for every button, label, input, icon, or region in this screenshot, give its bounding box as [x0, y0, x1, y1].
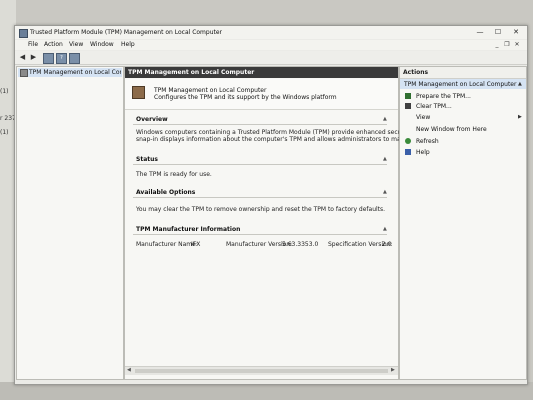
clear-tpm-icon	[405, 103, 411, 109]
menu-file[interactable]: File	[28, 41, 38, 48]
background-fragment: (1)	[0, 88, 9, 95]
show-hide-tree-icon[interactable]	[43, 53, 54, 64]
app-icon	[19, 29, 28, 38]
manufacturer-name-value: IFX	[191, 241, 201, 248]
manufacturer-name-label: Manufacturer Name:	[136, 241, 198, 248]
mdi-restore-button[interactable]: ❐	[503, 41, 511, 49]
snapin-title: TPM Management on Local Computer	[154, 87, 267, 94]
scroll-left-icon[interactable]: ◀	[127, 367, 131, 373]
prepare-tpm-icon	[405, 93, 411, 99]
tpm-chip-icon	[132, 86, 145, 99]
action-label: Clear TPM...	[416, 103, 452, 110]
tree-item-tpm-management[interactable]: TPM Management on Local Comp	[18, 68, 122, 77]
title-bar: Trusted Platform Module (TPM) Management…	[15, 26, 527, 39]
snapin-description: Configures the TPM and its support by th…	[154, 94, 337, 101]
toolbar: ◀ ▶ ?	[15, 51, 527, 65]
tree-item-label: TPM Management on Local Comp	[29, 69, 121, 76]
back-icon[interactable]: ◀	[18, 53, 27, 62]
close-button[interactable]: ✕	[507, 27, 525, 38]
menu-bar: File Action View Window Help _ ❐ ✕	[15, 40, 527, 50]
divider	[133, 164, 387, 165]
center-pane: TPM Management on Local Computer TPM Man…	[124, 66, 454, 380]
available-options-text: You may clear the TPM to remove ownershi…	[136, 206, 386, 213]
collapse-manufacturer-icon[interactable]: ▲	[383, 226, 387, 232]
menu-window[interactable]: Window	[90, 41, 114, 48]
forward-icon[interactable]: ▶	[29, 53, 38, 62]
specification-version-value: 2.0	[382, 241, 392, 248]
scroll-right-icon[interactable]: ▶	[391, 367, 395, 373]
console-tree: TPM Management on Local Comp	[16, 66, 124, 380]
help-icon	[405, 149, 411, 155]
mdi-minimize-button[interactable]: _	[493, 41, 501, 49]
action-new-window[interactable]: New Window from Here	[400, 125, 526, 134]
status-text: The TPM is ready for use.	[136, 171, 212, 178]
center-pane-header: TPM Management on Local Computer	[125, 67, 398, 78]
scrollbar-thumb[interactable]	[135, 369, 388, 373]
window-title: Trusted Platform Module (TPM) Management…	[30, 29, 223, 36]
action-label: View	[416, 114, 431, 121]
divider	[133, 234, 387, 235]
action-help[interactable]: Help	[400, 148, 526, 157]
collapse-group-icon[interactable]: ▲	[518, 81, 522, 87]
collapse-overview-icon[interactable]: ▲	[383, 116, 387, 122]
action-refresh[interactable]: Refresh	[400, 137, 526, 146]
help-icon[interactable]: ?	[56, 53, 67, 64]
overview-section-title[interactable]: Overview	[136, 116, 168, 123]
available-options-section-title[interactable]: Available Options	[136, 189, 195, 196]
minimize-button[interactable]: —	[471, 27, 489, 38]
mmc-window: Trusted Platform Module (TPM) Management…	[14, 25, 528, 385]
tpm-chip-icon	[20, 69, 28, 77]
menu-view[interactable]: View	[69, 41, 83, 48]
actions-pane-header: Actions	[400, 67, 526, 79]
actions-group-header[interactable]: TPM Management on Local Computer ▲	[400, 79, 526, 89]
manufacturer-section-title[interactable]: TPM Manufacturer Information	[136, 226, 240, 233]
action-label: Refresh	[416, 138, 439, 145]
horizontal-scrollbar[interactable]: ◀ ▶	[125, 366, 398, 375]
action-view[interactable]: View ▶	[400, 113, 526, 122]
collapse-available-options-icon[interactable]: ▲	[383, 189, 387, 195]
actions-pane-title: Actions	[403, 69, 429, 76]
center-pane-header-title: TPM Management on Local Computer	[128, 69, 255, 76]
actions-group-title: TPM Management on Local Computer	[404, 81, 517, 88]
action-label: New Window from Here	[416, 126, 487, 133]
actions-pane: Actions TPM Management on Local Computer…	[399, 66, 527, 380]
background-fragment: (1)	[0, 129, 9, 136]
maximize-button[interactable]: ☐	[489, 27, 507, 38]
action-label: Prepare the TPM...	[416, 93, 471, 100]
snapin-heading: TPM Management on Local Computer Configu…	[125, 79, 398, 110]
action-label: Help	[416, 149, 430, 156]
divider	[133, 197, 387, 198]
action-clear-tpm[interactable]: Clear TPM...	[400, 102, 526, 111]
status-section-title[interactable]: Status	[136, 156, 158, 163]
menu-help[interactable]: Help	[121, 41, 135, 48]
refresh-icon	[405, 138, 411, 144]
mdi-close-button[interactable]: ✕	[513, 41, 521, 49]
show-hide-action-pane-icon[interactable]	[69, 53, 80, 64]
divider	[133, 124, 387, 125]
manufacturer-version-value: 5.63.3353.0	[282, 241, 319, 248]
collapse-status-icon[interactable]: ▲	[383, 156, 387, 162]
submenu-arrow-icon: ▶	[518, 114, 522, 120]
menu-action[interactable]: Action	[44, 41, 63, 48]
action-prepare-tpm[interactable]: Prepare the TPM...	[400, 92, 526, 101]
